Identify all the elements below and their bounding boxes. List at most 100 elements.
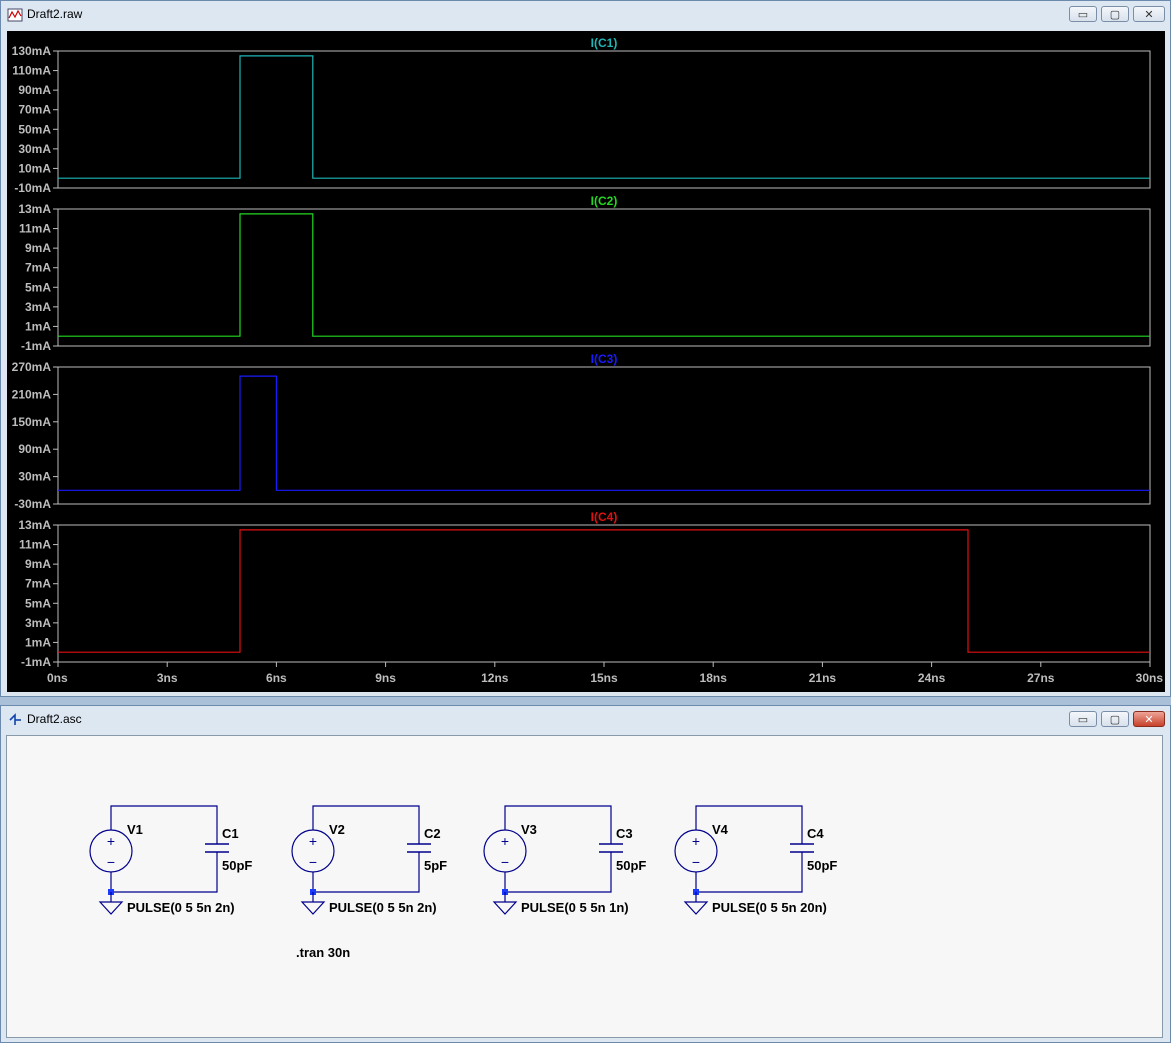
circuit-2: + − V2 C2 5pF PULSE(0 5 5n 2n) (291, 805, 447, 915)
x-tick-label: 15ns (590, 671, 618, 685)
y-tick-label: 10mA (18, 161, 51, 175)
y-tick-label: 110mA (12, 64, 51, 78)
y-tick-label: 50mA (18, 122, 51, 136)
pane-frame-4 (57, 524, 1151, 663)
y-tick-label: 11mA (19, 538, 51, 552)
y-tick-label: 7mA (25, 577, 51, 591)
y-tick-label: 9mA (25, 241, 51, 255)
close-icon: ✕ (1144, 8, 1154, 21)
wire (312, 856, 420, 893)
y-tick-label: 30mA (18, 142, 51, 156)
wire (695, 856, 803, 893)
source-name: V1 (127, 822, 143, 837)
capacitor-name: C4 (807, 826, 824, 841)
y-tick-label: 7mA (25, 261, 51, 275)
minimize-button[interactable]: ▭ (1069, 711, 1097, 727)
circuit-4: + − V4 C4 50pF PULSE(0 5 5n 20n) (674, 805, 837, 915)
trace-label-ic2: I(C2) (591, 194, 618, 208)
close-button[interactable]: ✕ (1133, 6, 1165, 22)
y-tick-label: 1mA (25, 319, 51, 333)
wire (110, 856, 218, 893)
y-tick-label: 130mA (12, 44, 52, 58)
minimize-icon: ▭ (1077, 713, 1089, 726)
trace-line-3 (58, 375, 1150, 491)
x-tick-label: 6ns (266, 671, 287, 685)
source-pulse-value: PULSE(0 5 5n 2n) (127, 900, 235, 915)
close-button[interactable]: ✕ (1133, 711, 1165, 727)
circuit-3: + − V3 C3 50pF PULSE(0 5 5n 1n) (483, 805, 646, 915)
waveform-window-title: Draft2.raw (27, 7, 83, 21)
plus-icon: + (501, 833, 509, 849)
ground-icon (683, 901, 709, 915)
waveform-plot[interactable]: I(C1) 130mA 110mA 90mA 70mA 50mA 30mA 10mA -10mA… (7, 31, 1165, 692)
source-pulse-value: PULSE(0 5 5n 1n) (521, 900, 629, 915)
trace-label-ic4: I(C4) (591, 510, 618, 524)
minus-icon: − (309, 854, 317, 870)
y-tick-label: 9mA (25, 557, 51, 571)
y-tick-label: 270mA (12, 360, 52, 374)
plus-icon: + (692, 833, 700, 849)
schematic-titlebar[interactable]: Draft2.asc ▭ ▢ ✕ (1, 706, 1170, 734)
x-tick-label: 18ns (700, 671, 728, 685)
waveform-titlebar[interactable]: Draft2.raw ▭ ▢ ✕ (1, 1, 1170, 29)
source-name: V3 (521, 822, 537, 837)
y-tick-label: 3mA (25, 300, 51, 314)
minus-icon: − (692, 854, 700, 870)
minimize-icon: ▭ (1077, 8, 1089, 21)
capacitor-value: 5pF (424, 858, 447, 873)
pane-frame-2 (57, 208, 1151, 347)
source-name: V4 (712, 822, 729, 837)
maximize-icon: ▢ (1109, 713, 1121, 726)
minimize-button[interactable]: ▭ (1069, 6, 1097, 22)
minus-icon: − (501, 854, 509, 870)
y-tick-label: 90mA (18, 83, 51, 97)
y-tick-label: -1mA (21, 339, 51, 353)
plus-icon: + (309, 833, 317, 849)
close-icon: ✕ (1144, 713, 1154, 726)
y-tick-label: -30mA (14, 497, 51, 511)
capacitor-value: 50pF (616, 858, 646, 873)
circuit-1: + − V1 C1 50pF PULSE(0 5 5n 2n) (89, 805, 252, 915)
x-tick-label: 0ns (47, 671, 68, 685)
pane-frame-3 (57, 366, 1151, 505)
pane-frame-1 (57, 50, 1151, 189)
schematic-app-icon (9, 713, 21, 725)
maximize-button[interactable]: ▢ (1101, 711, 1129, 727)
spice-directive: .tran 30n (296, 945, 350, 960)
y-tick-label: 30mA (18, 470, 51, 484)
waveform-app-icon (7, 8, 23, 22)
ground-icon (492, 901, 518, 915)
capacitor-value: 50pF (222, 858, 252, 873)
x-tick-label: 24ns (918, 671, 946, 685)
trace-line-4 (58, 529, 1150, 653)
maximize-button[interactable]: ▢ (1101, 6, 1129, 22)
x-tick-label: 30ns (1136, 671, 1164, 685)
capacitor-name: C3 (616, 826, 633, 841)
trace-label-ic1: I(C1) (591, 36, 618, 50)
schematic-drawing[interactable]: + − V1 C1 50pF PULSE(0 5 5n 2n) + − V2 C2 5pF PULSE… (7, 736, 1162, 1037)
wire (504, 856, 612, 893)
plus-icon: + (107, 833, 115, 849)
source-name: V2 (329, 822, 345, 837)
y-tick-label: 210mA (12, 387, 52, 401)
x-tick-label: 12ns (481, 671, 509, 685)
schematic-window-title: Draft2.asc (27, 712, 82, 726)
y-tick-label: 11mA (19, 222, 51, 236)
source-pulse-value: PULSE(0 5 5n 2n) (329, 900, 437, 915)
waveform-plot-area[interactable]: I(C1) 130mA 110mA 90mA 70mA 50mA 30mA 10mA -10mA… (7, 31, 1165, 692)
waveform-window: Draft2.raw ▭ ▢ ✕ I(C1) 130mA 110mA 90mA 70mA… (0, 0, 1171, 697)
y-tick-label: 90mA (18, 442, 51, 456)
y-tick-label: 70mA (18, 103, 51, 117)
source-pulse-value: PULSE(0 5 5n 20n) (712, 900, 827, 915)
x-tick-label: 3ns (157, 671, 178, 685)
y-tick-label: -10mA (14, 181, 51, 195)
capacitor-name: C1 (222, 826, 239, 841)
y-tick-label: 1mA (25, 635, 51, 649)
schematic-canvas[interactable]: + − V1 C1 50pF PULSE(0 5 5n 2n) + − V2 C2 5pF PULSE… (6, 735, 1163, 1038)
trace-line-1 (58, 55, 1150, 179)
ground-icon (300, 901, 326, 915)
y-tick-label: 5mA (25, 280, 51, 294)
y-tick-label: 13mA (18, 202, 51, 216)
y-tick-label: 3mA (25, 616, 51, 630)
trace-line-2 (58, 213, 1150, 337)
